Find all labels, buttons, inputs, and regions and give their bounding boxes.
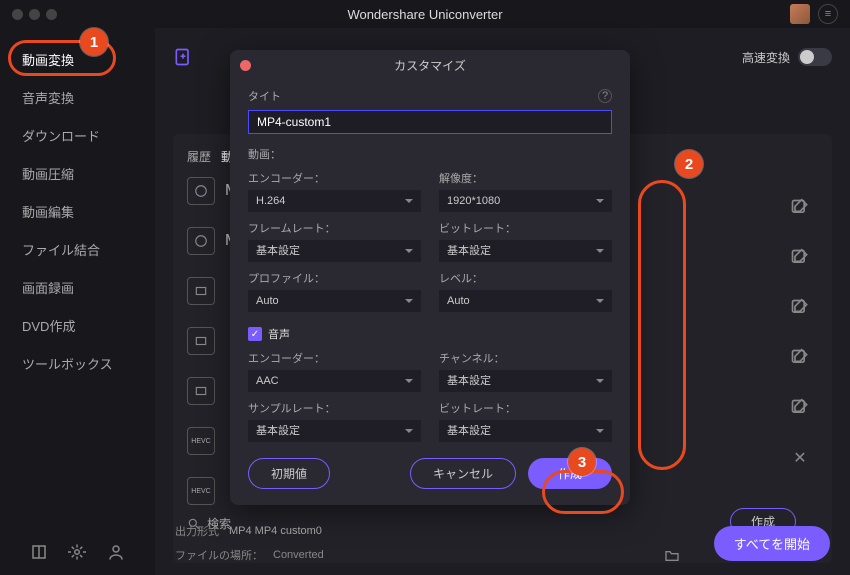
- resolution-select[interactable]: 1920*1080: [439, 190, 612, 212]
- format-icon: [187, 177, 215, 205]
- profile-label: プロファイル：: [248, 270, 421, 286]
- edit-icon[interactable]: [790, 398, 810, 418]
- titlebar: Wondershare Uniconverter ≡: [0, 0, 850, 28]
- speed-toggle[interactable]: [798, 48, 832, 66]
- reset-button[interactable]: 初期値: [248, 458, 330, 489]
- level-label: レベル：: [439, 270, 612, 286]
- vbitrate-label: ビットレート：: [439, 220, 612, 236]
- edit-column: ✕: [790, 198, 810, 468]
- audio-checkbox[interactable]: ✓: [248, 327, 262, 341]
- sidebar: 動画変換 音声変換 ダウンロード 動画圧縮 動画編集 ファイル結合 画面録画 D…: [0, 28, 155, 575]
- encoder-select[interactable]: H.264: [248, 190, 421, 212]
- close-dot[interactable]: [12, 9, 23, 20]
- channel-select[interactable]: 基本設定: [439, 370, 612, 392]
- format-hevc-icon: HEVC: [187, 427, 215, 455]
- channel-label: チャンネル：: [439, 350, 612, 366]
- sidebar-item-dvd[interactable]: DVD作成: [0, 306, 155, 344]
- samplerate-select[interactable]: 基本設定: [248, 420, 421, 442]
- history-label[interactable]: 履歴: [187, 148, 211, 165]
- modal-close-dot[interactable]: [240, 60, 251, 71]
- start-all-button[interactable]: すべてを開始: [714, 526, 830, 561]
- location-value[interactable]: Converted: [273, 549, 324, 561]
- sidebar-item-merge[interactable]: ファイル結合: [0, 230, 155, 268]
- title-field-label: タイト: [248, 88, 281, 104]
- audio-encoder-select[interactable]: AAC: [248, 370, 421, 392]
- sidebar-item-download[interactable]: ダウンロード: [0, 116, 155, 154]
- sidebar-item-record[interactable]: 画面録画: [0, 268, 155, 306]
- add-file-icon[interactable]: [173, 47, 193, 67]
- sidebar-item-toolbox[interactable]: ツールボックス: [0, 344, 155, 382]
- level-select[interactable]: Auto: [439, 290, 612, 312]
- app-title: Wondershare Uniconverter: [347, 7, 502, 22]
- format-icon: [187, 377, 215, 405]
- resolution-label: 解像度：: [439, 170, 612, 186]
- sidebar-item-edit[interactable]: 動画編集: [0, 192, 155, 230]
- callout-2: 2: [675, 150, 703, 178]
- output-format-label: 出力形式: [175, 523, 219, 539]
- location-label: ファイルの場所：: [175, 547, 263, 563]
- samplerate-label: サンプルレート：: [248, 400, 421, 416]
- zoom-dot[interactable]: [46, 9, 57, 20]
- edit-icon[interactable]: [790, 298, 810, 318]
- cancel-button[interactable]: キャンセル: [410, 458, 516, 489]
- help-icon[interactable]: ?: [598, 89, 612, 103]
- gear-icon[interactable]: [68, 543, 86, 561]
- minimize-dot[interactable]: [29, 9, 40, 20]
- audio-encoder-label: エンコーダー：: [248, 350, 421, 366]
- output-format-value[interactable]: MP4 MP4 custom0: [229, 525, 322, 537]
- audio-section-label: 音声: [268, 326, 290, 342]
- folder-icon[interactable]: [664, 548, 680, 562]
- window-controls[interactable]: [12, 9, 57, 20]
- video-section-label: 動画：: [248, 146, 612, 162]
- abitrate-label: ビットレート：: [439, 400, 612, 416]
- customize-modal: カスタマイズ タイト ? 動画： エンコーダー： H.264 解像度： 1920…: [230, 50, 630, 505]
- modal-title: カスタマイズ: [394, 57, 466, 74]
- menu-button[interactable]: ≡: [818, 4, 838, 24]
- user-icon[interactable]: [107, 543, 125, 561]
- encoder-label: エンコーダー：: [248, 170, 421, 186]
- speed-label: 高速変換: [742, 49, 790, 66]
- sidebar-item-audio-convert[interactable]: 音声変換: [0, 78, 155, 116]
- format-icon: [187, 227, 215, 255]
- vbitrate-select[interactable]: 基本設定: [439, 240, 612, 262]
- edit-icon[interactable]: [790, 198, 810, 218]
- callout-3: 3: [568, 448, 596, 476]
- book-icon[interactable]: [30, 543, 48, 561]
- sidebar-item-compress[interactable]: 動画圧縮: [0, 154, 155, 192]
- profile-select[interactable]: Auto: [248, 290, 421, 312]
- avatar[interactable]: [790, 4, 810, 24]
- framerate-select[interactable]: 基本設定: [248, 240, 421, 262]
- title-input[interactable]: [248, 110, 612, 134]
- sidebar-item-video-convert[interactable]: 動画変換: [0, 40, 155, 78]
- close-icon[interactable]: ✕: [793, 448, 806, 468]
- format-icon: [187, 327, 215, 355]
- format-hevc-icon: HEVC: [187, 477, 215, 505]
- abitrate-select[interactable]: 基本設定: [439, 420, 612, 442]
- edit-icon[interactable]: [790, 248, 810, 268]
- callout-1: 1: [80, 28, 108, 56]
- edit-icon[interactable]: [790, 348, 810, 368]
- format-icon: [187, 277, 215, 305]
- framerate-label: フレームレート：: [248, 220, 421, 236]
